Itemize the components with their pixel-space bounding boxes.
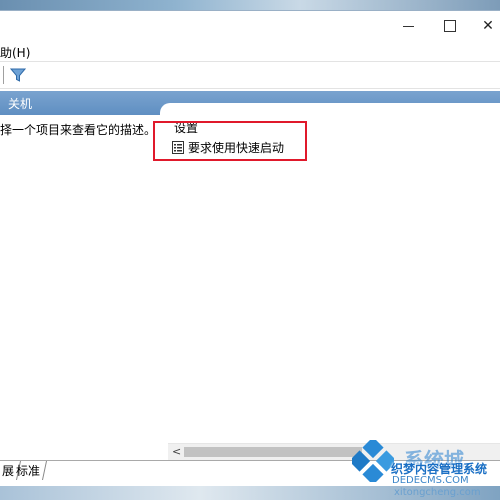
scroll-left-icon[interactable]: < [172,445,181,458]
screen: ✕ 助(H) 关机 择一个项目来查看它的描述。 设置 要求使用快速启动 < 展 … [0,0,500,500]
windows-logo-watermark-icon [352,440,394,482]
section-title: 关机 [8,97,33,111]
title-bar: ✕ [0,11,500,41]
minimize-button[interactable] [386,11,430,41]
group-policy-window: ✕ 助(H) 关机 择一个项目来查看它的描述。 设置 要求使用快速启动 < 展 … [0,10,500,489]
filter-icon[interactable] [10,67,26,83]
watermark-url: DEDECMS.COM [392,475,469,486]
toolbar [0,61,500,89]
scroll-thumb[interactable] [184,447,362,457]
tab-standard[interactable]: 标准 [9,461,48,480]
menu-help[interactable]: 助(H) [0,44,30,61]
tab-standard-label: 标准 [16,464,41,478]
description-pane: 择一个项目来查看它的描述。 [0,115,160,445]
watermark-url-secondary: xitongcheng.com [394,487,481,498]
highlight-box [153,121,307,161]
toolbar-separator [3,66,4,84]
close-icon: ✕ [482,18,494,34]
minimize-icon [402,25,414,27]
menu-bar: 助(H) [0,41,500,61]
close-button[interactable]: ✕ [466,11,500,41]
description-text: 择一个项目来查看它的描述。 [0,123,157,137]
maximize-icon [444,20,456,32]
